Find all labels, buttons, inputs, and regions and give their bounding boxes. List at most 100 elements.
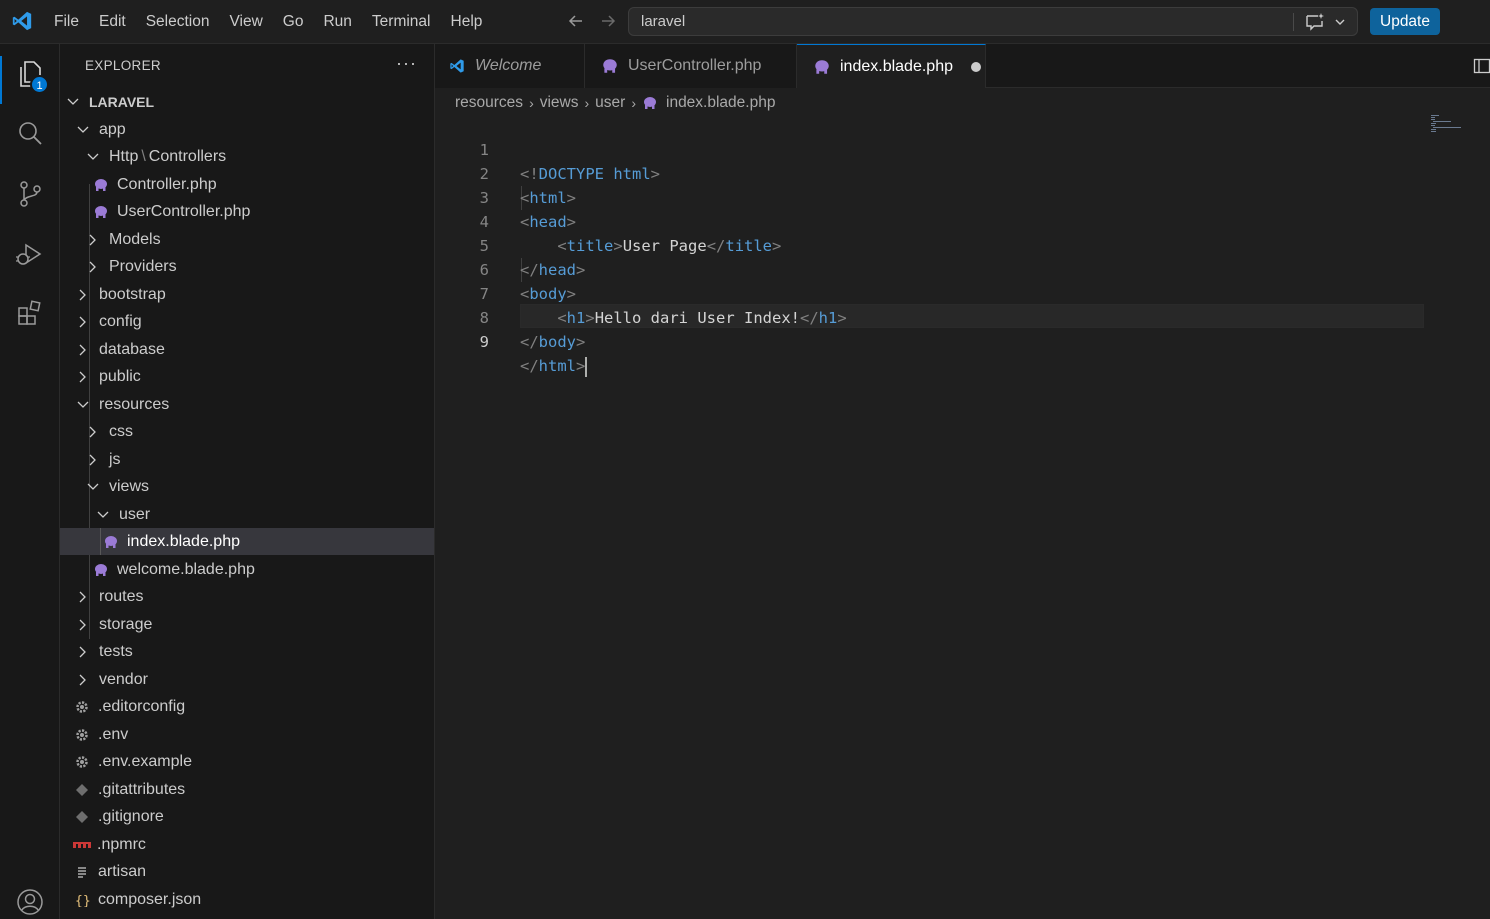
menu-selection[interactable]: Selection bbox=[136, 0, 220, 44]
code-line: 5 </head> bbox=[435, 210, 1490, 279]
tree-folder-storage[interactable]: storage bbox=[60, 611, 434, 638]
menu-run[interactable]: Run bbox=[313, 0, 361, 44]
code-line: 8 </body> bbox=[435, 282, 1490, 351]
tree-folder-config[interactable]: config bbox=[60, 308, 434, 335]
menu-view[interactable]: View bbox=[219, 0, 272, 44]
source-control-icon[interactable] bbox=[15, 179, 45, 209]
php-elephant-icon bbox=[95, 178, 107, 191]
tree-folder-public[interactable]: public bbox=[60, 363, 434, 390]
tree-folder-views[interactable]: views bbox=[60, 473, 434, 500]
tree-root-laravel[interactable]: LARAVEL bbox=[60, 88, 434, 115]
tree-folder-bootstrap[interactable]: bootstrap bbox=[60, 281, 434, 308]
code-line: 1 <!DOCTYPE html> bbox=[435, 114, 1490, 183]
tree-folder-routes[interactable]: routes bbox=[60, 583, 434, 610]
menu-edit[interactable]: Edit bbox=[89, 0, 136, 44]
split-editor-icon[interactable] bbox=[1473, 57, 1490, 75]
menu-go[interactable]: Go bbox=[273, 0, 314, 44]
svg-text:{}: {} bbox=[75, 894, 90, 907]
tree-folder-css[interactable]: css bbox=[60, 418, 434, 445]
chevron-down-icon[interactable] bbox=[1333, 15, 1347, 29]
tree-file-usercontroller[interactable]: UserController.php bbox=[60, 198, 434, 225]
tree-file-env[interactable]: .env bbox=[60, 721, 434, 748]
tree-label: .env bbox=[98, 725, 129, 743]
explorer-sidebar: EXPLORER ··· LARAVEL app Http \ Controll… bbox=[60, 44, 435, 919]
editor-tabs: Welcome UserController.php index.blade.p… bbox=[435, 44, 1490, 89]
unsaved-dot-icon[interactable] bbox=[970, 62, 981, 72]
tree-folder-user[interactable]: user bbox=[60, 501, 434, 528]
tree-folder-providers[interactable]: Providers bbox=[60, 253, 434, 280]
tree-folder-js[interactable]: js bbox=[60, 446, 434, 473]
breadcrumb-resources[interactable]: resources bbox=[455, 94, 523, 112]
php-elephant-icon bbox=[95, 205, 107, 218]
gear-icon bbox=[76, 755, 88, 768]
php-elephant-icon bbox=[105, 535, 117, 548]
tab-index-blade[interactable]: index.blade.php bbox=[797, 44, 986, 89]
text-cursor bbox=[585, 356, 588, 377]
chevron-right-icon bbox=[89, 234, 96, 245]
tree-folder-resources[interactable]: resources bbox=[60, 391, 434, 418]
forward-arrow-icon[interactable] bbox=[598, 11, 618, 31]
tree-label: public bbox=[99, 367, 141, 385]
tree-label: .editorconfig bbox=[98, 697, 186, 715]
menu-terminal[interactable]: Terminal bbox=[362, 0, 441, 44]
tree-folder-tests[interactable]: tests bbox=[60, 638, 434, 665]
minimap[interactable] bbox=[1430, 114, 1470, 134]
account-icon[interactable] bbox=[15, 887, 45, 917]
chevron-right-icon bbox=[79, 344, 86, 355]
tree-label: welcome.blade.php bbox=[117, 560, 255, 578]
breadcrumb-file[interactable]: index.blade.php bbox=[666, 94, 775, 112]
vscode-logo-icon bbox=[12, 11, 32, 31]
editor-area[interactable]: resources › views › user › index.blade.p… bbox=[435, 88, 1490, 919]
tree-label-controllers: Controllers bbox=[148, 147, 227, 165]
menu-help[interactable]: Help bbox=[441, 0, 493, 44]
update-button[interactable]: Update bbox=[1370, 8, 1440, 35]
tree-folder-vendor[interactable]: vendor bbox=[60, 666, 434, 693]
code-token: body bbox=[538, 333, 576, 351]
tree-folder-database[interactable]: database bbox=[60, 336, 434, 363]
tree-file-gitignore[interactable]: .gitignore bbox=[60, 803, 434, 830]
tree-label: css bbox=[109, 422, 133, 440]
chevron-right-icon bbox=[79, 289, 86, 300]
chevron-right-icon: › bbox=[529, 95, 534, 111]
tree-file-gitattributes[interactable]: .gitattributes bbox=[60, 776, 434, 803]
php-elephant-icon bbox=[603, 59, 617, 73]
tree-label: composer.json bbox=[98, 890, 202, 908]
search-icon[interactable] bbox=[15, 119, 45, 149]
tree-folder-http-controllers[interactable]: Http \ Controllers bbox=[60, 143, 434, 170]
more-actions-icon[interactable]: ··· bbox=[396, 53, 417, 74]
tree-folder-models[interactable]: Models bbox=[60, 226, 434, 253]
code-line: 2 <html> bbox=[435, 138, 1490, 207]
tree-label: index.blade.php bbox=[127, 532, 240, 550]
run-debug-icon[interactable] bbox=[15, 239, 45, 269]
tree-label: bootstrap bbox=[99, 285, 166, 303]
tree-label: config bbox=[99, 312, 142, 330]
back-arrow-icon[interactable] bbox=[566, 11, 586, 31]
tree-file-welcome-blade[interactable]: welcome.blade.php bbox=[60, 556, 434, 583]
tree-file-index-blade[interactable]: index.blade.php bbox=[60, 528, 434, 555]
tree-file-artisan[interactable]: artisan bbox=[60, 858, 434, 885]
tree-file-env-example[interactable]: .env.example bbox=[60, 748, 434, 775]
tree-file-npmrc[interactable]: .npmrc bbox=[60, 831, 434, 858]
tab-usercontroller[interactable]: UserController.php bbox=[585, 44, 797, 88]
menu-file[interactable]: File bbox=[44, 0, 89, 44]
extensions-icon[interactable] bbox=[15, 299, 45, 329]
tab-label: index.blade.php bbox=[840, 58, 953, 75]
tree-file-composer-json[interactable]: {} composer.json bbox=[60, 886, 434, 913]
chevron-down-icon bbox=[97, 511, 109, 518]
tree-label-http: Http bbox=[109, 147, 139, 165]
php-elephant-icon bbox=[644, 97, 656, 109]
breadcrumb-user[interactable]: user bbox=[595, 94, 625, 112]
chevron-right-icon: › bbox=[631, 95, 636, 111]
tree-folder-app[interactable]: app bbox=[60, 116, 434, 143]
chevron-right-icon bbox=[89, 261, 96, 272]
command-center-search[interactable]: laravel bbox=[628, 7, 1358, 36]
chat-icon[interactable] bbox=[1304, 12, 1326, 32]
gear-icon bbox=[76, 700, 88, 713]
tree-file-editorconfig[interactable]: .editorconfig bbox=[60, 693, 434, 720]
tree-file-controller[interactable]: Controller.php bbox=[60, 171, 434, 198]
code-token: html bbox=[538, 357, 576, 375]
tab-welcome[interactable]: Welcome bbox=[435, 44, 585, 88]
breadcrumb-views[interactable]: views bbox=[540, 94, 579, 112]
tree-label: resources bbox=[99, 395, 170, 413]
chevron-right-icon bbox=[79, 646, 86, 657]
